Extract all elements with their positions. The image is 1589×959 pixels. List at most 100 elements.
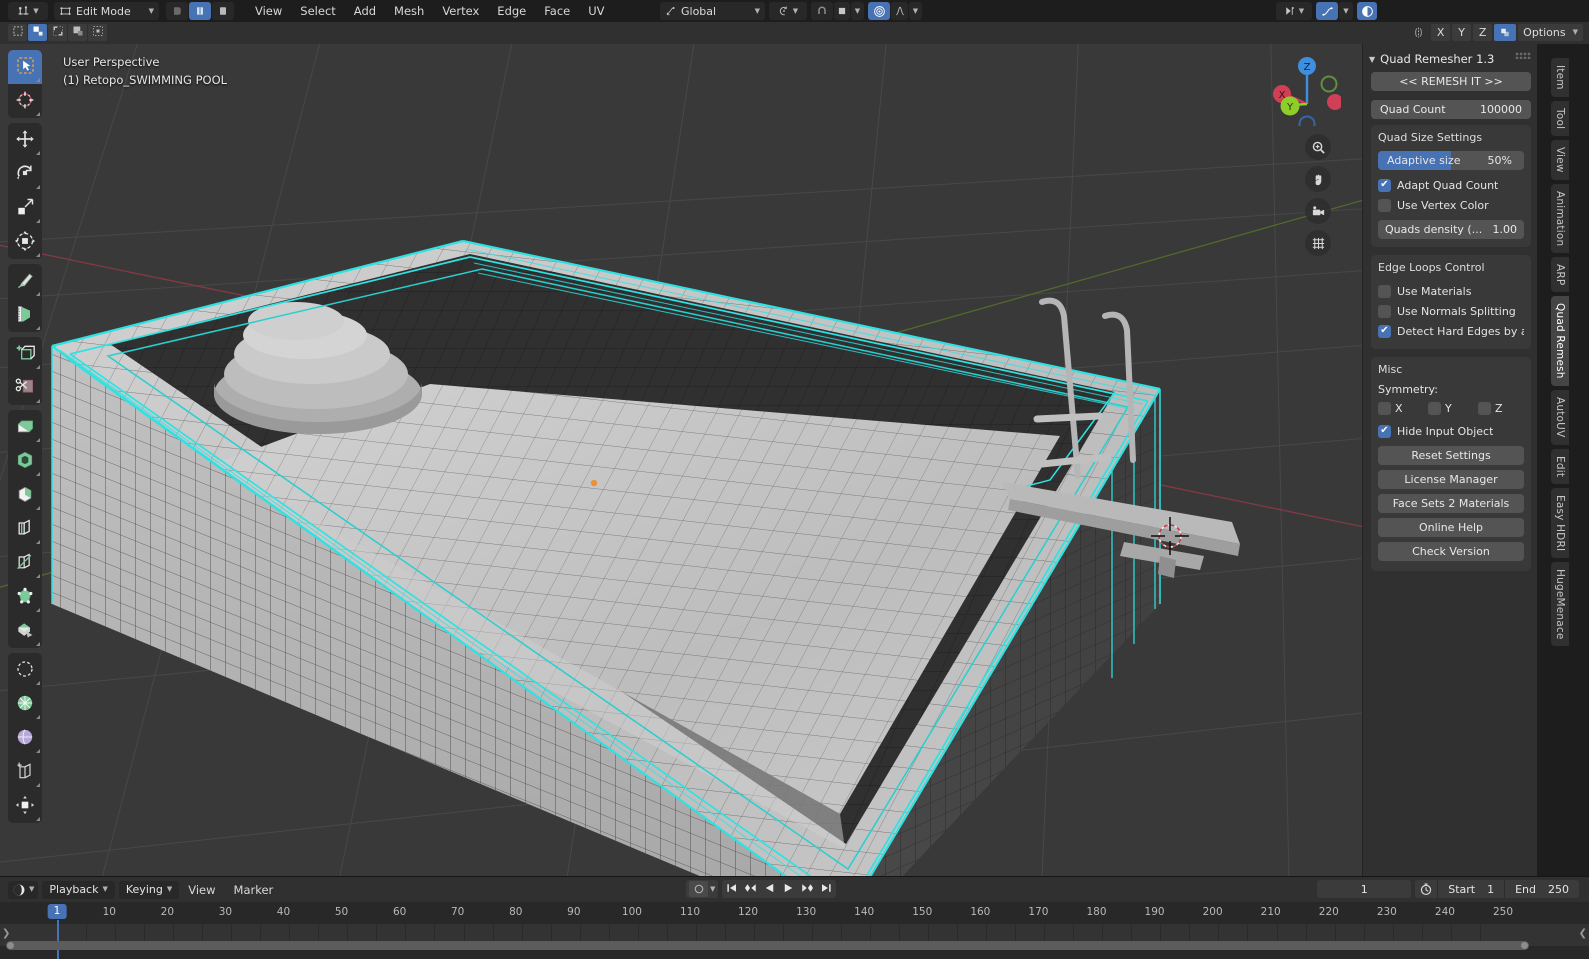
vertex-select-mode-button[interactable]: [166, 2, 188, 20]
snap-target-selector[interactable]: [834, 2, 850, 20]
topbar-menu-add[interactable]: Add: [345, 4, 385, 18]
measure-tool[interactable]: [8, 298, 42, 332]
annotate-tool[interactable]: [8, 264, 42, 298]
knife-tool[interactable]: [8, 546, 42, 580]
panel-tab-arp[interactable]: ARP: [1551, 256, 1569, 293]
snap-toggle-button[interactable]: [811, 2, 833, 20]
curve-profile-toggle[interactable]: [1316, 2, 1338, 20]
zoom-button[interactable]: [1305, 134, 1331, 160]
face-select-mode-button[interactable]: [212, 2, 234, 20]
cursor-tool[interactable]: [8, 84, 42, 118]
viewport-shading-button[interactable]: [1357, 2, 1377, 20]
mesh-edit-toggle-button[interactable]: [1494, 24, 1517, 41]
symmetry-axis-z-button[interactable]: Z: [1473, 24, 1493, 41]
use-normals-splitting-row[interactable]: Use Normals Splitting: [1378, 301, 1524, 321]
timeline-menu-view[interactable]: View: [179, 883, 224, 897]
camera-view-button[interactable]: [1305, 198, 1331, 224]
topbar-menu-view[interactable]: View: [246, 4, 291, 18]
3d-viewport[interactable]: User Perspective (1) Retopo_SWIMMING POO…: [0, 44, 1537, 876]
curve-profile-dropdown[interactable]: ▼: [1339, 2, 1353, 20]
playhead[interactable]: [57, 920, 59, 959]
add-cube-tool[interactable]: [8, 337, 42, 371]
rip-tool[interactable]: [8, 789, 42, 823]
start-frame-input[interactable]: Start 1: [1437, 880, 1504, 898]
chevron-right-icon[interactable]: ❯: [2, 928, 10, 939]
detect-hard-edges-checkbox[interactable]: ✔: [1378, 324, 1391, 338]
timeline-ruler[interactable]: 1 10 20 30 40 50 60 70 80 90 100 110 120 130 140 150 160…: [0, 902, 1589, 924]
hide-input-object-checkbox[interactable]: ✔: [1378, 424, 1391, 438]
topbar-menu-mesh[interactable]: Mesh: [385, 4, 433, 18]
check-version-button[interactable]: Check Version: [1378, 542, 1524, 561]
poly-build-tool[interactable]: [8, 580, 42, 614]
edge-select-mode-button[interactable]: [189, 2, 211, 20]
edge-slide-tool[interactable]: [8, 687, 42, 721]
timeline-menu-marker[interactable]: Marker: [225, 883, 283, 897]
inset-faces-tool[interactable]: [8, 444, 42, 478]
transform-tool[interactable]: [8, 225, 42, 259]
topbar-menu-face[interactable]: Face: [535, 4, 579, 18]
panel-tab-item[interactable]: Item: [1551, 58, 1569, 97]
detect-hard-edges-row[interactable]: ✔ Detect Hard Edges by a...: [1378, 321, 1524, 341]
adaptive-size-slider[interactable]: Adaptive size 50%: [1378, 151, 1524, 170]
snap-dropdown[interactable]: ▼: [851, 2, 864, 20]
topbar-menu-edge[interactable]: Edge: [488, 4, 535, 18]
symmetry-z-checkbox[interactable]: [1478, 402, 1491, 415]
panel-tab-view[interactable]: View: [1551, 139, 1569, 180]
symmetry-axis-y-button[interactable]: Y: [1452, 24, 1472, 41]
jump-to-prev-keyframe-button[interactable]: [741, 880, 760, 898]
mirror-options-selector[interactable]: ▼: [1276, 2, 1312, 20]
symmetry-y-cell[interactable]: Y: [1428, 402, 1474, 415]
hide-input-object-row[interactable]: ✔ Hide Input Object: [1378, 421, 1524, 441]
current-frame-badge[interactable]: 1: [47, 904, 67, 919]
falloff-type-selector[interactable]: [891, 2, 908, 20]
navigation-gizmo[interactable]: Z X Y: [1263, 48, 1341, 126]
panel-tab-quad-remesh[interactable]: Quad Remesh: [1551, 296, 1569, 387]
chevron-left-icon[interactable]: ❮: [1579, 928, 1587, 939]
adapt-quad-count-checkbox[interactable]: ✔: [1378, 178, 1391, 192]
topbar-menu-uv[interactable]: UV: [579, 4, 613, 18]
topbar-menu-select[interactable]: Select: [291, 4, 344, 18]
adapt-quad-count-row[interactable]: ✔ Adapt Quad Count: [1378, 175, 1524, 195]
quad-count-field[interactable]: Quad Count 100000: [1371, 100, 1531, 119]
online-help-button[interactable]: Online Help: [1378, 518, 1524, 537]
options-dropdown[interactable]: Options ▼: [1518, 24, 1583, 41]
snap-keyframe-selector[interactable]: ▼: [686, 880, 719, 898]
panel-tab-autouv[interactable]: AutoUV: [1551, 390, 1569, 445]
panel-tab-animation[interactable]: Animation: [1551, 183, 1569, 253]
jump-to-start-button[interactable]: [722, 880, 741, 898]
use-materials-row[interactable]: Use Materials: [1378, 281, 1524, 301]
symmetry-x-cell[interactable]: X: [1378, 402, 1424, 415]
play-button[interactable]: [779, 880, 798, 898]
reset-settings-button[interactable]: Reset Settings: [1378, 446, 1524, 465]
select-mode-box-select[interactable]: [28, 24, 47, 41]
loop-cut-tool[interactable]: [8, 512, 42, 546]
scrollbar-right-handle[interactable]: [1521, 942, 1528, 949]
jump-to-next-keyframe-button[interactable]: [798, 880, 817, 898]
select-mode-circle-select[interactable]: [48, 24, 67, 41]
rotate-tool[interactable]: [8, 157, 42, 191]
end-frame-input[interactable]: End 250: [1504, 880, 1579, 898]
move-tool[interactable]: [8, 123, 42, 157]
select-mode-tweak-select[interactable]: [8, 24, 27, 41]
symmetry-z-cell[interactable]: Z: [1478, 402, 1524, 415]
bevel-tool[interactable]: [8, 478, 42, 512]
quads-density-field[interactable]: Quads density (... 1.00: [1378, 220, 1524, 239]
symmetry-y-checkbox[interactable]: [1428, 402, 1441, 415]
select-mode-select-all[interactable]: [88, 24, 107, 41]
panel-tab-easy-hdri[interactable]: Easy HDRI: [1551, 487, 1569, 558]
topbar-menu-vertex[interactable]: Vertex: [433, 4, 488, 18]
panel-header[interactable]: ▼ Quad Remesher 1.3: [1363, 44, 1537, 72]
shear-tool[interactable]: [8, 755, 42, 789]
remesh-it-button[interactable]: << REMESH IT >>: [1371, 72, 1531, 91]
timeline-menu-keying[interactable]: Keying ▼: [118, 880, 180, 899]
jump-to-end-button[interactable]: [817, 880, 836, 898]
tweak-tool[interactable]: [8, 50, 42, 84]
timeline-editor-selector[interactable]: ▼: [8, 880, 39, 899]
smooth-tool[interactable]: [8, 653, 42, 687]
shrink-fatten-tool[interactable]: [8, 721, 42, 755]
rip-region-tool[interactable]: [8, 371, 42, 405]
toggle-perspective-button[interactable]: [1305, 230, 1331, 256]
scrollbar-left-handle[interactable]: [7, 942, 14, 949]
current-frame-input[interactable]: 1: [1317, 880, 1412, 898]
use-materials-checkbox[interactable]: [1378, 284, 1391, 298]
